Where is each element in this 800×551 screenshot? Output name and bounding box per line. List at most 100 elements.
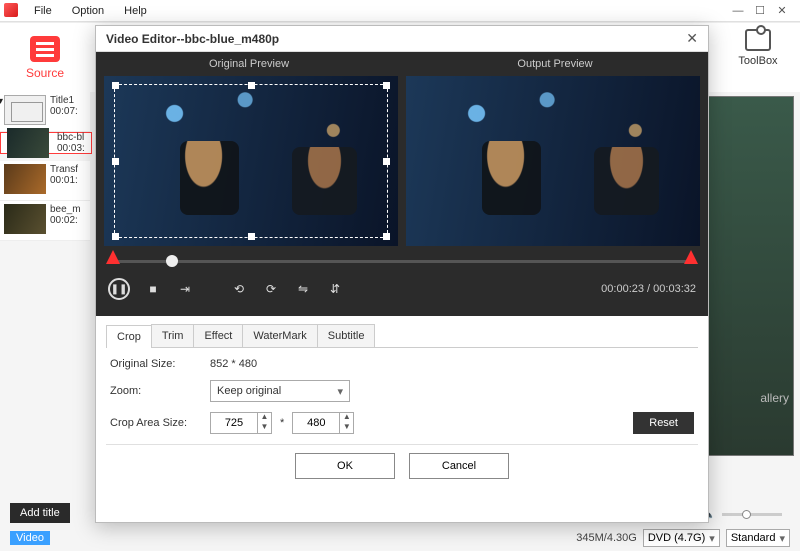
source-icon (30, 36, 60, 62)
stop-button[interactable]: ■ (144, 280, 162, 298)
crop-handle[interactable] (248, 233, 255, 240)
cancel-button[interactable]: Cancel (409, 453, 509, 479)
crop-width-input[interactable]: ▲▼ (210, 412, 272, 434)
menu-option[interactable]: Option (62, 5, 114, 17)
crop-form: Original Size: 852 * 480 Zoom: Keep orig… (96, 348, 708, 440)
rotate-right-icon[interactable]: ⟳ (262, 280, 280, 298)
dialog-close-icon[interactable]: ✕ (686, 30, 698, 47)
clip-name: Transf (50, 164, 78, 175)
crop-height-field[interactable] (293, 417, 339, 429)
rotate-left-icon[interactable]: ⟲ (230, 280, 248, 298)
trim-end-marker[interactable] (684, 250, 698, 264)
menu-file[interactable]: File (24, 5, 62, 17)
maximize-icon[interactable]: ☐ (754, 4, 766, 17)
crop-handle[interactable] (383, 158, 390, 165)
quality-select[interactable]: Standard▾ (726, 529, 790, 547)
crop-height-input[interactable]: ▲▼ (292, 412, 354, 434)
size-text: 345M/4.30G (576, 532, 637, 544)
clip-thumb (4, 204, 46, 234)
list-item[interactable]: Title100:07: (0, 92, 90, 132)
window-controls: ― ☐ ✕ (732, 4, 792, 17)
media-select[interactable]: DVD (4.7G)▾ (643, 529, 720, 547)
crop-handle[interactable] (383, 233, 390, 240)
tab-trim[interactable]: Trim (151, 324, 195, 347)
clip-list: ▾ Title100:07: bbc-bl00:03: Transf00:01:… (0, 92, 90, 241)
zoom-select[interactable]: Keep original ▾ (210, 380, 350, 402)
chevron-down-icon: ▾ (709, 532, 715, 545)
list-item[interactable]: bee_m00:02: (0, 201, 90, 241)
tab-source-label: Source (26, 66, 64, 80)
app-logo-icon (4, 3, 18, 17)
playback-controls: ❚❚ ■ ⇥ ⟲ ⟳ ⇋ ⇵ 00:00:23 / 00:03:32 (96, 270, 708, 308)
crop-width-field[interactable] (211, 417, 257, 429)
crop-area-label: Crop Area Size: (110, 417, 210, 429)
clip-name: bbc-bl (57, 132, 85, 143)
clip-time: 00:01: (50, 175, 78, 186)
video-frame (406, 76, 700, 246)
tab-effect[interactable]: Effect (193, 324, 243, 347)
chevron-down-icon: ▾ (337, 385, 343, 398)
original-preview[interactable] (104, 76, 398, 246)
crop-handle[interactable] (112, 82, 119, 89)
clip-name: bee_m (50, 204, 81, 215)
timeline-track[interactable] (114, 260, 690, 263)
crop-rectangle[interactable] (114, 84, 388, 238)
bottom-bar: Video 345M/4.30G DVD (4.7G)▾ Standard▾ (10, 529, 790, 547)
tab-toolbox[interactable]: ToolBox (726, 29, 790, 67)
time-display: 00:00:23 / 00:03:32 (601, 283, 696, 295)
step-down-icon[interactable]: ▼ (258, 423, 271, 433)
watermark-text: allery (760, 391, 789, 405)
video-badge: Video (10, 531, 50, 545)
menubar: File Option Help ― ☐ ✕ (0, 0, 800, 22)
flip-vertical-icon[interactable]: ⇵ (326, 280, 344, 298)
expand-arrow-icon[interactable]: ▾ (0, 96, 3, 107)
list-item[interactable]: bbc-bl00:03: (0, 132, 92, 154)
close-icon[interactable]: ✕ (776, 4, 788, 17)
volume-track[interactable] (722, 513, 782, 516)
volume-handle[interactable] (742, 510, 751, 519)
clip-thumb (4, 95, 46, 125)
toolbox-icon (745, 29, 771, 51)
minimize-icon[interactable]: ― (732, 5, 744, 17)
list-item[interactable]: Transf00:01: (0, 161, 90, 201)
crop-handle[interactable] (112, 158, 119, 165)
dialog-buttons: OK Cancel (106, 444, 698, 489)
output-preview-label: Output Preview (402, 52, 708, 76)
tab-watermark[interactable]: WaterMark (242, 324, 317, 347)
menu-help[interactable]: Help (114, 5, 157, 17)
video-editor-dialog: Video Editor--bbc-blue_m480p ✕ Original … (95, 25, 709, 523)
reset-button[interactable]: Reset (633, 412, 694, 434)
trim-start-marker[interactable] (106, 250, 120, 264)
flip-horizontal-icon[interactable]: ⇋ (294, 280, 312, 298)
clip-thumb (4, 164, 46, 194)
dimension-star: * (280, 417, 284, 429)
step-button[interactable]: ⇥ (176, 280, 194, 298)
original-size-value: 852 * 480 (210, 358, 614, 370)
tab-subtitle[interactable]: Subtitle (317, 324, 376, 347)
clip-time: 00:03: (57, 143, 85, 154)
tab-source[interactable]: Source (0, 23, 90, 93)
clip-time: 00:07: (50, 106, 78, 117)
original-size-label: Original Size: (110, 358, 210, 370)
step-down-icon[interactable]: ▼ (340, 423, 353, 433)
preview-panel: allery (706, 96, 794, 456)
clip-time: 00:02: (50, 215, 81, 226)
pause-button[interactable]: ❚❚ (108, 278, 130, 300)
crop-handle[interactable] (383, 82, 390, 89)
crop-handle[interactable] (112, 233, 119, 240)
clip-name: Title1 (50, 95, 78, 106)
timeline[interactable] (104, 252, 700, 270)
volume-slider[interactable]: 🔈 (702, 508, 782, 521)
preview-area: Original Preview Output Preview (96, 52, 708, 316)
editor-tabs: Crop Trim Effect WaterMark Subtitle (106, 324, 698, 348)
dialog-header: Video Editor--bbc-blue_m480p ✕ (96, 26, 708, 52)
original-preview-label: Original Preview (96, 52, 402, 76)
chevron-down-icon: ▾ (779, 532, 785, 545)
tab-toolbox-label: ToolBox (738, 55, 777, 67)
clip-thumb (7, 128, 49, 158)
ok-button[interactable]: OK (295, 453, 395, 479)
add-title-button[interactable]: Add title (10, 503, 70, 523)
crop-handle[interactable] (248, 82, 255, 89)
tab-crop[interactable]: Crop (106, 325, 152, 348)
playhead[interactable] (166, 255, 178, 267)
